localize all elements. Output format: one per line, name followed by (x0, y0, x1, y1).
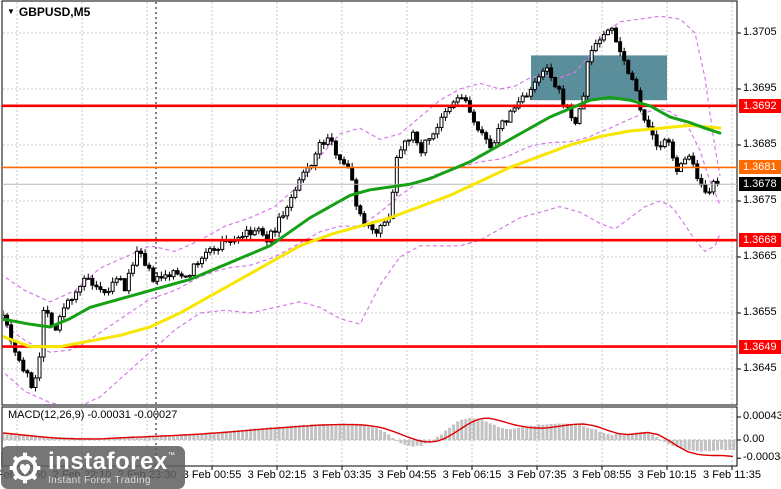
price-axis-label: 1.3675 (743, 194, 777, 206)
trademark-symbol: ™ (167, 451, 175, 459)
time-axis-label: 3 Feb 11:35 (703, 469, 761, 481)
time-axis-label: 3 Feb 00:55 (182, 469, 242, 481)
price-level-tag: 1.3678 (739, 177, 781, 192)
time-axis-label: 3 Feb 04:55 (377, 469, 437, 481)
macd-indicator-label: MACD(12,26,9) -0.00031 -0.00027 (8, 409, 178, 421)
time-axis-label: 3 Feb 03:35 (312, 469, 372, 481)
price-level-tag: 1.3649 (739, 339, 781, 354)
time-axis-label: 3 Feb 08:55 (572, 469, 632, 481)
macd-axis-label: 0.00043 (743, 409, 781, 422)
price-axis-label: 1.3685 (743, 138, 777, 150)
mt-chart-window: ▼ GBPUSD,M5 MACD(12,26,9) -0.00031 -0.00… (0, 0, 781, 489)
time-axis-label: 3 Feb 06:15 (442, 469, 502, 481)
watermark-brand-text: instaforex (48, 447, 168, 475)
time-axis-label: 3 Feb 07:35 (507, 469, 567, 481)
price-level-tag: 1.3681 (739, 160, 781, 175)
macd-axis-label: -0.00034 (743, 451, 781, 464)
price-axis-label: 1.3645 (743, 362, 777, 374)
symbol-timeframe-text: GBPUSD,M5 (18, 5, 91, 19)
macd-axis-label: 0.00 (743, 433, 765, 445)
symbol-label: ▼ GBPUSD,M5 (7, 5, 90, 19)
price-level-tag: 1.3692 (739, 98, 781, 113)
price-axis-label: 1.3695 (743, 82, 777, 94)
chevron-down-icon[interactable]: ▼ (7, 8, 15, 16)
instaforex-watermark: instaforex ™ Instant Forex Trading (1, 446, 185, 489)
instaforex-logo-icon (9, 452, 41, 483)
price-level-tag: 1.3668 (739, 233, 781, 248)
time-axis-label: 3 Feb 10:15 (637, 469, 697, 481)
time-axis-label: 3 Feb 02:15 (247, 469, 307, 481)
price-axis-label: 1.3655 (743, 306, 777, 318)
price-axis-label: 1.3665 (743, 250, 777, 262)
watermark-tagline: Instant Forex Trading (48, 474, 151, 486)
price-axis-label: 1.3705 (743, 26, 777, 38)
